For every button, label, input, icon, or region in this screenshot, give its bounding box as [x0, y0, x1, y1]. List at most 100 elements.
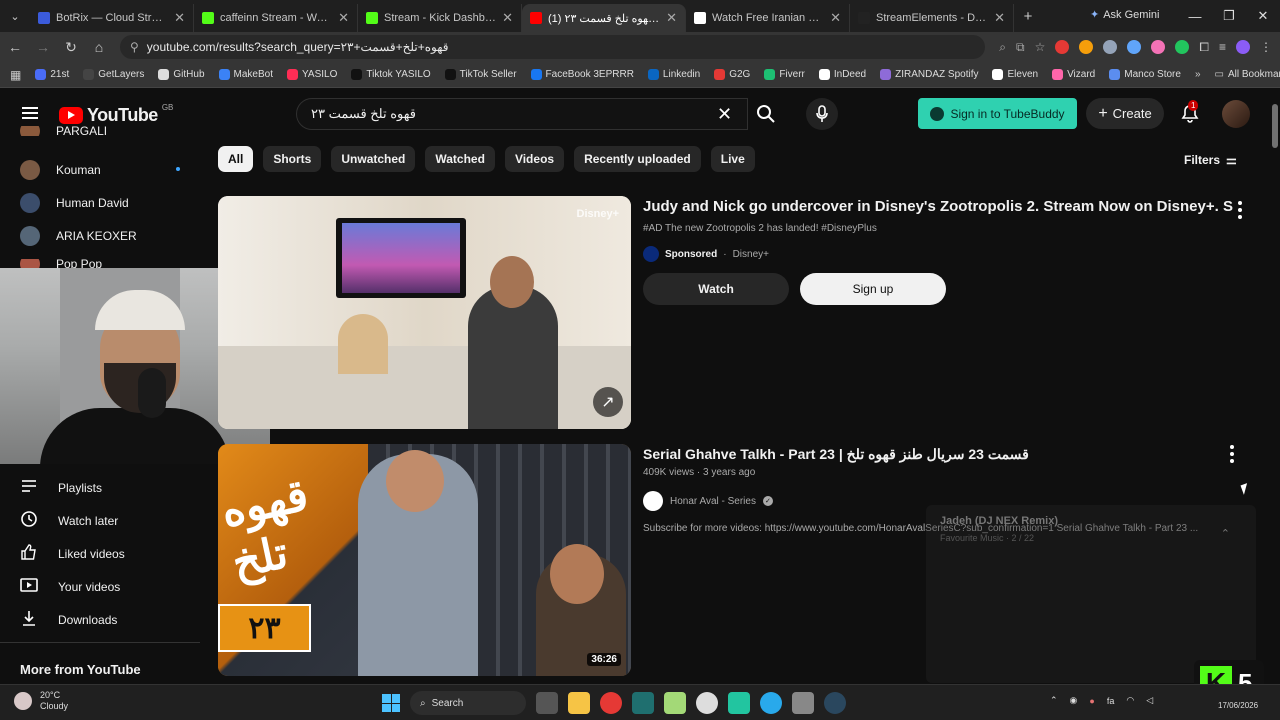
extension-shield-icon[interactable]	[1103, 40, 1118, 54]
tab-close-icon[interactable]: ✕	[174, 10, 185, 26]
sidebar-subscription[interactable]: ARIA KEOXER	[20, 226, 180, 246]
account-avatar[interactable]	[1222, 100, 1250, 128]
task-view-icon[interactable]	[536, 692, 558, 714]
taskbar-search[interactable]: ⌕ Search	[410, 691, 526, 715]
back-button[interactable]: ←	[8, 39, 22, 55]
bookmark-item[interactable]: Fiverr	[764, 69, 805, 80]
taskbar-date[interactable]: 17/06/2026	[1218, 701, 1258, 710]
chip-watched[interactable]: Watched	[425, 146, 495, 172]
browser-tab[interactable]: Stream - Kick Dashboard ✕	[358, 4, 522, 32]
bookmark-item[interactable]: Tiktok YASILO	[351, 69, 431, 80]
bookmark-item[interactable]: Linkedin	[647, 69, 700, 80]
chip-unwatched[interactable]: Unwatched	[331, 146, 416, 172]
video-title[interactable]: Serial Ghahve Talkh - Part 23 | قسمت 23 …	[643, 446, 1029, 463]
youtube-logo[interactable]: YouTube GB	[59, 103, 173, 126]
bookmark-star-icon[interactable]: ☆	[1035, 40, 1046, 54]
ad-more-options-icon[interactable]	[1238, 201, 1242, 219]
miniplayer-expand-chevron-icon[interactable]: ⌃	[1221, 527, 1230, 540]
menu-hamburger-icon[interactable]	[22, 107, 38, 119]
bookmark-item[interactable]: Eleven	[992, 69, 1038, 80]
profile-avatar[interactable]	[1236, 40, 1250, 54]
media-control-icon[interactable]: ≡	[1219, 40, 1226, 54]
steam-icon[interactable]	[824, 692, 846, 714]
tab-close-icon[interactable]: ✕	[502, 10, 513, 26]
ad-signup-button[interactable]: Sign up	[800, 273, 946, 305]
create-button[interactable]: + Create	[1086, 98, 1164, 129]
file-explorer-icon[interactable]	[568, 692, 590, 714]
voice-search-button[interactable]	[806, 98, 838, 130]
zoom-icon[interactable]: ⌕	[999, 40, 1006, 55]
bookmark-item[interactable]: 21st	[35, 69, 69, 80]
forward-button[interactable]: →	[36, 39, 50, 55]
address-bar[interactable]: ⚲ youtube.com/results?search_query=قهوه+…	[120, 35, 986, 59]
tab-close-icon[interactable]: ✕	[830, 10, 841, 26]
chip-all[interactable]: All	[218, 146, 254, 172]
ad-thumbnail[interactable]: Disney+ ↗	[218, 196, 631, 429]
sidebar-item-watch-later[interactable]: Watch later	[20, 510, 118, 531]
minimize-button[interactable]: —	[1178, 9, 1212, 24]
cast-icon[interactable]: ⧉	[1016, 40, 1025, 55]
browser-tab[interactable]: caffeinn Stream - Watch Live ✕	[194, 4, 358, 32]
scrollbar-thumb[interactable]	[1272, 104, 1278, 148]
ad-channel-name[interactable]: Disney+	[733, 249, 769, 260]
video-thumbnail[interactable]: قهوه تلخ ۲۳ 36:26	[218, 444, 631, 676]
bookmarks-overflow-icon[interactable]: »	[1195, 69, 1201, 80]
tubebuddy-sign-in-button[interactable]: Sign in to TubeBuddy	[918, 98, 1077, 129]
tab-close-icon[interactable]: ✕	[338, 10, 349, 26]
weather-widget[interactable]: 20°C Cloudy	[14, 690, 68, 712]
search-input[interactable]: قهوه تلخ قسمت ۲۳	[296, 98, 748, 130]
chip-live[interactable]: Live	[710, 146, 755, 172]
page-scrollbar[interactable]	[1270, 92, 1280, 684]
bookmark-item[interactable]: MakeBot	[218, 69, 273, 80]
external-link-arrow-icon[interactable]: ↗	[593, 387, 623, 417]
channel-name[interactable]: Honar Aval - Series	[670, 496, 756, 507]
bookmark-item[interactable]: YASILO	[286, 69, 337, 80]
disney-channel-avatar[interactable]	[643, 246, 659, 262]
extension-orange-icon[interactable]	[1079, 40, 1094, 54]
reload-button[interactable]: ↻	[64, 39, 78, 56]
maximize-button[interactable]: ❐	[1212, 8, 1246, 24]
bookmark-item[interactable]: TikTok Seller	[444, 69, 517, 80]
tab-close-icon[interactable]: ✕	[994, 10, 1005, 26]
bookmark-item[interactable]: InDeed	[818, 69, 866, 80]
search-button[interactable]	[748, 98, 784, 130]
bookmark-item[interactable]: GitHub	[158, 69, 205, 80]
sidebar-item-playlists[interactable]: Playlists	[20, 477, 102, 498]
sidebar-subscription[interactable]: PARGALI	[20, 126, 180, 136]
sidebar-item-downloads[interactable]: Downloads	[20, 609, 117, 630]
all-bookmarks-button[interactable]: ▭ All Bookmarks	[1215, 69, 1280, 80]
tray-app-icon[interactable]: ◉	[1070, 695, 1078, 706]
home-button[interactable]: ⌂	[92, 39, 106, 55]
ad-watch-button[interactable]: Watch	[643, 273, 789, 305]
tab-close-icon[interactable]: ✕	[666, 10, 677, 26]
sidebar-item-liked-videos[interactable]: Liked videos	[20, 543, 125, 564]
extensions-puzzle-icon[interactable]: ⧠	[1199, 40, 1209, 55]
chip-recently-uploaded[interactable]: Recently uploaded	[574, 146, 701, 172]
bookmark-item[interactable]: Vizard	[1052, 69, 1095, 80]
channel-avatar[interactable]	[643, 491, 663, 511]
miniplayer-panel[interactable]: Jadeh (DJ NEX Remix) Favourite Music · 2…	[926, 505, 1256, 683]
extension-blue-icon[interactable]	[1127, 40, 1142, 54]
volume-icon[interactable]: ◁	[1146, 695, 1153, 706]
close-window-button[interactable]: ✕	[1246, 8, 1280, 24]
tab-search-chevron-icon[interactable]: ⌄	[0, 10, 30, 23]
app-green-icon[interactable]	[664, 692, 686, 714]
ask-gemini-button[interactable]: ✦ Ask Gemini	[1090, 8, 1159, 22]
browser-tab[interactable]: Watch Free Iranian Movies ✕	[686, 4, 850, 32]
site-info-icon[interactable]: ⚲	[130, 40, 139, 54]
bookmark-item[interactable]: GetLayers	[83, 69, 144, 80]
extension-pink-icon[interactable]	[1151, 40, 1166, 54]
app-mint-icon[interactable]	[728, 692, 750, 714]
chrome-icon[interactable]	[600, 692, 622, 714]
new-tab-button[interactable]: +	[1014, 8, 1042, 25]
calculator-icon[interactable]	[792, 692, 814, 714]
telegram-icon[interactable]	[760, 692, 782, 714]
sidebar-item-your-videos[interactable]: Your videos	[20, 576, 120, 597]
browser-tab[interactable]: BotRix — Cloud Streaming ✕	[30, 4, 194, 32]
app-teal-icon[interactable]	[632, 692, 654, 714]
sidebar-subscription[interactable]: Human David	[20, 193, 180, 213]
extension-green-icon[interactable]	[1175, 40, 1190, 54]
clear-search-icon[interactable]: ✕	[717, 104, 732, 125]
bookmark-item[interactable]: FaceBook 3EPRRR	[530, 69, 634, 80]
extension-red-icon[interactable]	[1055, 40, 1070, 54]
